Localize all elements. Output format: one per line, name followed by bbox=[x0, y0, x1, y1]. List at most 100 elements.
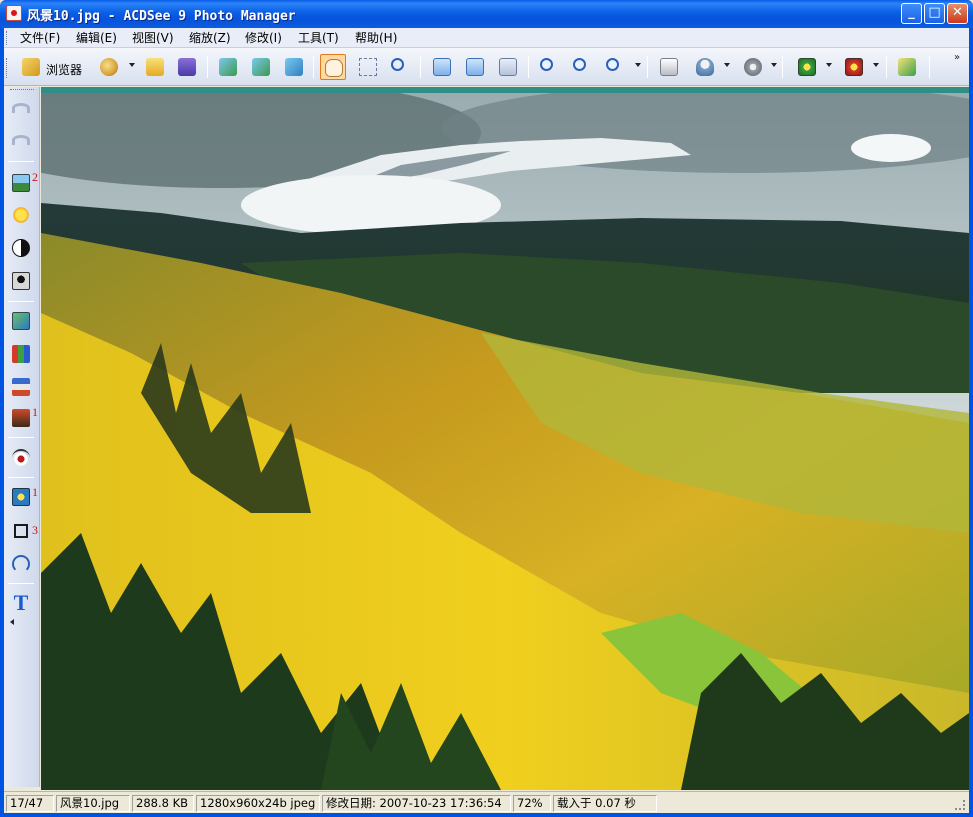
zoom-dropdown-arrow[interactable] bbox=[635, 63, 641, 67]
menu-bar: 文件(F) 编辑(E) 视图(V) 缩放(Z) 修改(I) 工具(T) 帮助(H… bbox=[4, 28, 969, 48]
levels-button[interactable] bbox=[10, 310, 32, 332]
next-image-button[interactable] bbox=[248, 54, 274, 80]
wallpaper-dropdown-arrow[interactable] bbox=[724, 63, 730, 67]
edit-palette-icon bbox=[100, 58, 118, 76]
red-eye-fix-button[interactable] bbox=[10, 486, 32, 508]
rotate-hand-button[interactable] bbox=[10, 553, 32, 575]
rotate-left-button[interactable] bbox=[429, 54, 455, 80]
photo-effect-dropdown-arrow[interactable] bbox=[826, 63, 832, 67]
zoom-tool-button[interactable] bbox=[387, 54, 413, 80]
brightness-button[interactable] bbox=[10, 204, 32, 226]
crop-button[interactable] bbox=[10, 520, 32, 542]
toolbar-separator bbox=[207, 56, 208, 78]
save-button[interactable] bbox=[174, 54, 200, 80]
histogram-button[interactable] bbox=[10, 343, 32, 365]
close-button[interactable]: ✕ bbox=[947, 3, 968, 24]
flip-button[interactable] bbox=[495, 54, 521, 80]
status-modified-date: 修改日期: 2007-10-23 17:36:54 bbox=[322, 795, 511, 812]
redo-button[interactable] bbox=[10, 129, 32, 151]
menu-zoom[interactable]: 缩放(Z) bbox=[189, 30, 231, 46]
image-viewer[interactable] bbox=[41, 87, 969, 790]
maximize-button[interactable]: □ bbox=[924, 3, 945, 24]
toolbar-separator bbox=[528, 56, 529, 78]
audio-dropdown-arrow[interactable] bbox=[771, 63, 777, 67]
open-button[interactable] bbox=[142, 54, 168, 80]
tool-badge: 1 bbox=[32, 405, 38, 419]
toolbar-grip[interactable] bbox=[6, 58, 9, 78]
zoom-in-button[interactable] bbox=[536, 54, 562, 80]
zoom-out-button[interactable] bbox=[569, 54, 595, 80]
gradient-button[interactable] bbox=[10, 407, 32, 429]
acdsee-app-icon[interactable] bbox=[6, 5, 22, 21]
portrait-button[interactable] bbox=[10, 270, 32, 292]
toolbar-separator bbox=[647, 56, 648, 78]
photo-frame-dropdown-arrow[interactable] bbox=[873, 63, 879, 67]
menu-tools[interactable]: 工具(T) bbox=[298, 30, 339, 46]
set-wallpaper-button[interactable] bbox=[692, 54, 718, 80]
menubar-grip[interactable] bbox=[6, 31, 9, 45]
auto-advance-button[interactable] bbox=[281, 54, 307, 80]
menu-view[interactable]: 视图(V) bbox=[132, 30, 174, 46]
browser-icon bbox=[22, 58, 40, 76]
next-image-icon bbox=[252, 58, 270, 76]
menu-file[interactable]: 文件(F) bbox=[20, 30, 60, 46]
zoom-menu-icon bbox=[606, 58, 619, 71]
toolbar-overflow-chevron[interactable]: » bbox=[954, 52, 960, 63]
rotate-right-button[interactable] bbox=[462, 54, 488, 80]
window-title: 风景10.jpg - ACDSee 9 Photo Manager bbox=[27, 9, 296, 24]
zoom-in-icon bbox=[540, 58, 553, 71]
gradient-icon bbox=[12, 409, 30, 427]
send-icon bbox=[898, 58, 916, 76]
menu-modify[interactable]: 修改(I) bbox=[245, 30, 282, 46]
minimize-button[interactable]: _ bbox=[901, 3, 922, 24]
edit-button[interactable] bbox=[96, 54, 122, 80]
menu-edit[interactable]: 编辑(E) bbox=[76, 30, 117, 46]
photo-fix-icon bbox=[12, 488, 30, 506]
menu-help[interactable]: 帮助(H) bbox=[355, 30, 397, 46]
tool-badge: 3 bbox=[32, 523, 38, 537]
audio-button[interactable] bbox=[740, 54, 766, 80]
text-icon: T bbox=[13, 590, 29, 615]
client-area: 文件(F) 编辑(E) 视图(V) 缩放(Z) 修改(I) 工具(T) 帮助(H… bbox=[4, 28, 969, 813]
tool-badge: 1 bbox=[32, 485, 38, 499]
toolbar-separator bbox=[886, 56, 887, 78]
zoom-menu-button[interactable] bbox=[602, 54, 628, 80]
set-wallpaper-icon bbox=[696, 58, 714, 76]
edit-dropdown-arrow[interactable] bbox=[129, 63, 135, 67]
photo-effect-button[interactable] bbox=[794, 54, 820, 80]
photo-effect-icon bbox=[798, 58, 816, 76]
eye-icon bbox=[12, 449, 30, 467]
title-bar[interactable]: 风景10.jpg - ACDSee 9 Photo Manager _ □ ✕ bbox=[0, 0, 973, 28]
toolbar-separator bbox=[313, 56, 314, 78]
browser-button[interactable] bbox=[18, 54, 44, 80]
landscape-photo[interactable] bbox=[41, 93, 969, 790]
flip-icon bbox=[499, 58, 517, 76]
text-tool-button[interactable]: T bbox=[10, 592, 32, 614]
photo-frame-button[interactable] bbox=[841, 54, 867, 80]
photo-frame-icon bbox=[845, 58, 863, 76]
status-filename: 风景10.jpg bbox=[56, 795, 130, 812]
select-icon bbox=[359, 58, 377, 76]
send-button[interactable] bbox=[894, 54, 920, 80]
color-balance-icon bbox=[12, 378, 30, 396]
auto-advance-icon bbox=[285, 58, 303, 76]
toolbar-separator bbox=[929, 56, 930, 78]
resize-grip[interactable] bbox=[955, 800, 965, 810]
hand-pan-button[interactable] bbox=[320, 54, 346, 80]
print-button[interactable] bbox=[656, 54, 682, 80]
audio-icon bbox=[744, 58, 762, 76]
undo-button[interactable] bbox=[10, 97, 32, 119]
sun-icon bbox=[12, 206, 30, 224]
exposure-button[interactable] bbox=[10, 172, 32, 194]
contrast-icon bbox=[12, 239, 30, 257]
contrast-button[interactable] bbox=[10, 237, 32, 259]
leftbar-grip[interactable] bbox=[10, 89, 34, 91]
previous-image-icon bbox=[219, 58, 237, 76]
color-balance-button[interactable] bbox=[10, 376, 32, 398]
leftbar-more-arrow[interactable] bbox=[10, 619, 14, 625]
previous-image-button[interactable] bbox=[215, 54, 241, 80]
red-eye-button[interactable] bbox=[10, 447, 32, 469]
crop-icon bbox=[14, 524, 28, 538]
leftbar-separator bbox=[8, 477, 34, 478]
select-button[interactable] bbox=[355, 54, 381, 80]
